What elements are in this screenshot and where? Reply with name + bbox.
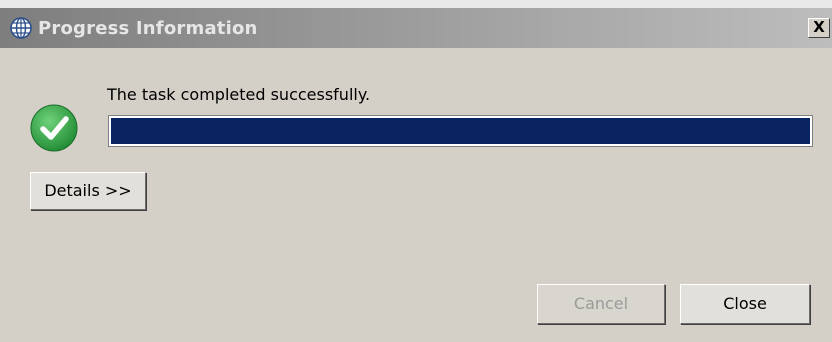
title-bar[interactable]: Progress Information X: [0, 8, 832, 48]
progress-dialog: Progress Information X The task complete…: [0, 0, 832, 342]
progress-bar: [108, 115, 813, 147]
status-message: The task completed successfully.: [107, 85, 371, 104]
cancel-button[interactable]: Cancel: [537, 284, 665, 324]
check-circle-icon: [30, 104, 78, 152]
details-button[interactable]: Details >>: [30, 172, 146, 210]
close-button[interactable]: Close: [680, 284, 810, 324]
dialog-title: Progress Information: [38, 18, 258, 39]
globe-icon: [10, 17, 32, 39]
progress-bar-fill: [111, 118, 810, 144]
close-window-button[interactable]: X: [808, 18, 830, 38]
close-icon: X: [813, 18, 825, 36]
